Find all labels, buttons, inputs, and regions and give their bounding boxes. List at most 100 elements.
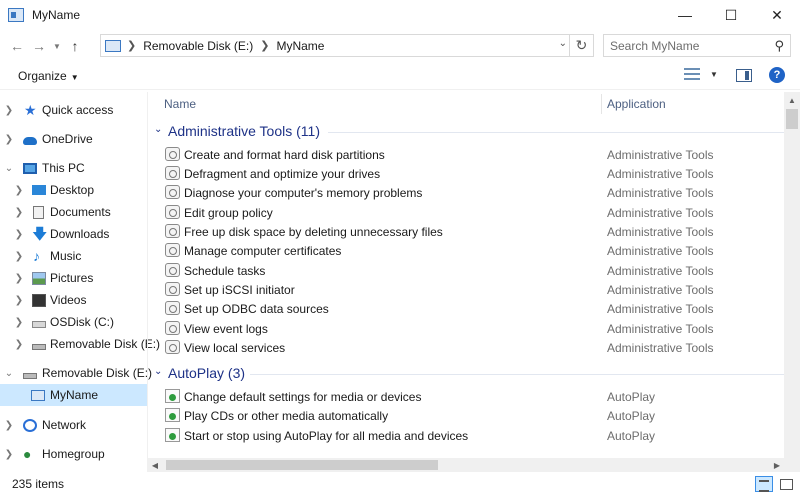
- expand-chevron-icon[interactable]: ❯: [14, 295, 24, 306]
- back-button[interactable]: ←: [6, 34, 28, 58]
- list-item[interactable]: Free up disk space by deleting unnecessa…: [148, 222, 784, 241]
- close-button[interactable]: ✕: [754, 0, 800, 30]
- nav-label: This PC: [42, 161, 85, 175]
- nav-item-videos[interactable]: ❯ Videos: [0, 289, 147, 311]
- scrollbar-corner: [784, 458, 800, 472]
- nav-label: Downloads: [50, 227, 110, 241]
- preview-pane-icon[interactable]: [736, 69, 752, 82]
- nav-item-homegroup[interactable]: ❯ ● Homegroup: [0, 443, 147, 465]
- expand-chevron-icon[interactable]: ❯: [14, 229, 24, 240]
- nav-item-removable-disk[interactable]: ⌄ Removable Disk (E:): [0, 362, 152, 384]
- expand-chevron-icon[interactable]: ❯: [14, 317, 24, 328]
- scroll-thumb[interactable]: [166, 460, 438, 470]
- list-item[interactable]: Defragment and optimize your drives Admin…: [148, 164, 784, 183]
- expand-chevron-icon[interactable]: ❯: [14, 185, 24, 196]
- change-view-button[interactable]: ▼: [684, 68, 718, 80]
- list-item[interactable]: View event logs Administrative Tools: [148, 319, 784, 338]
- details-view-toggle-icon[interactable]: [755, 476, 773, 492]
- group-collapse-icon[interactable]: ⌄: [154, 366, 162, 377]
- list-item[interactable]: Set up iSCSI initiator Administrative Too…: [148, 280, 784, 299]
- expand-chevron-icon[interactable]: ❯: [4, 449, 14, 460]
- list-item[interactable]: Create and format hard disk partitions Ad…: [148, 145, 784, 164]
- nav-item-removable-disk-thispc[interactable]: ❯ Removable Disk (E:): [0, 333, 160, 355]
- group-header-administrative-tools[interactable]: ⌄ Administrative Tools (11): [148, 121, 784, 143]
- nav-item-pictures[interactable]: ❯ Pictures: [0, 267, 147, 289]
- nav-label: Network: [42, 418, 87, 432]
- nav-item-this-pc[interactable]: ⌄ This PC: [0, 157, 147, 179]
- nav-item-network[interactable]: ❯ Network: [0, 414, 147, 436]
- column-header-application[interactable]: Application: [607, 97, 666, 111]
- column-header-name[interactable]: Name: [164, 97, 196, 111]
- forward-button[interactable]: →: [28, 34, 50, 58]
- item-application: AutoPlay: [607, 390, 656, 404]
- breadcrumb-separator-icon[interactable]: ❯: [260, 39, 269, 52]
- list-item[interactable]: Manage computer certificates Administrati…: [148, 241, 784, 260]
- chevron-down-icon: ▼: [53, 41, 61, 51]
- list-item[interactable]: Schedule tasks Administrative Tools: [148, 261, 784, 280]
- large-icons-view-toggle-icon[interactable]: [777, 476, 795, 492]
- group-header-autoplay[interactable]: ⌄ AutoPlay (3): [148, 363, 784, 385]
- expand-chevron-icon[interactable]: ❯: [14, 339, 24, 350]
- list-item[interactable]: View local services Administrative Tools: [148, 338, 784, 357]
- help-icon[interactable]: ?: [769, 67, 785, 83]
- column-resize-handle[interactable]: [601, 94, 602, 114]
- chevron-down-icon: ▼: [710, 69, 718, 79]
- list-item[interactable]: Diagnose your computer's memory problems…: [148, 183, 784, 202]
- nav-item-documents[interactable]: ❯ Documents: [0, 201, 147, 223]
- title-bar: MyName — ☐ ✕: [0, 0, 800, 30]
- search-input[interactable]: Search MyName ⚲: [603, 34, 791, 57]
- scroll-thumb[interactable]: [786, 109, 798, 129]
- expand-chevron-icon[interactable]: ❯: [14, 273, 24, 284]
- search-icon[interactable]: ⚲: [774, 38, 784, 54]
- breadcrumb-removable-disk[interactable]: Removable Disk (E:): [143, 39, 253, 53]
- recent-locations-button[interactable]: ▼: [50, 34, 64, 58]
- scroll-left-icon[interactable]: ◀: [148, 458, 162, 472]
- organize-button[interactable]: Organize ▼: [18, 69, 79, 83]
- expand-chevron-icon[interactable]: ❯: [4, 420, 14, 431]
- refresh-button[interactable]: ↻: [570, 34, 594, 57]
- admin-tools-icon: [165, 263, 180, 277]
- breadcrumb-separator-icon[interactable]: ❯: [127, 39, 136, 52]
- scroll-right-icon[interactable]: ▶: [770, 458, 784, 472]
- expand-chevron-icon[interactable]: ❯: [14, 207, 24, 218]
- address-bar[interactable]: ❯ Removable Disk (E:) ❯ MyName ⌄: [100, 34, 570, 57]
- collapse-chevron-icon[interactable]: ⌄: [4, 368, 14, 379]
- item-application: Administrative Tools: [607, 302, 714, 316]
- address-row: ← → ▼ ↑ ❯ Removable Disk (E:) ❯ MyName ⌄…: [0, 31, 800, 61]
- expand-chevron-icon[interactable]: ❯: [4, 134, 14, 145]
- expand-chevron-icon[interactable]: ❯: [4, 105, 14, 116]
- nav-label: Homegroup: [42, 447, 105, 461]
- nav-item-quick-access[interactable]: ❯ ★ Quick access: [0, 99, 147, 121]
- minimize-button[interactable]: —: [662, 0, 708, 30]
- horizontal-scrollbar[interactable]: ◀ ▶: [148, 458, 784, 472]
- admin-tools-icon: [165, 282, 180, 296]
- nav-item-osdisk[interactable]: ❯ OSDisk (C:): [0, 311, 147, 333]
- breadcrumb-myname[interactable]: MyName: [276, 39, 324, 53]
- item-name: Edit group policy: [184, 206, 273, 220]
- nav-item-onedrive[interactable]: ❯ OneDrive: [0, 128, 147, 150]
- removable-disk-icon: [23, 372, 37, 379]
- expand-chevron-icon[interactable]: ❯: [14, 251, 24, 262]
- list-item[interactable]: Edit group policy Administrative Tools: [148, 203, 784, 222]
- list-item[interactable]: Change default settings for media or dev…: [148, 387, 784, 406]
- group-collapse-icon[interactable]: ⌄: [154, 124, 162, 135]
- nav-item-myname[interactable]: MyName: [0, 384, 147, 406]
- list-item[interactable]: Start or stop using AutoPlay for all med…: [148, 426, 784, 445]
- group-divider: [250, 374, 784, 375]
- scroll-up-icon[interactable]: ▲: [784, 92, 800, 108]
- up-button[interactable]: ↑: [64, 34, 86, 58]
- address-dropdown-icon[interactable]: ⌄: [559, 38, 567, 49]
- list-item[interactable]: Set up ODBC data sources Administrative T…: [148, 299, 784, 318]
- collapse-chevron-icon[interactable]: ⌄: [4, 163, 14, 174]
- nav-item-downloads[interactable]: ❯ 🡇 Downloads: [0, 223, 147, 245]
- navigation-pane: ❯ ★ Quick access ❯ OneDrive ⌄ This PC ❯ …: [0, 92, 160, 472]
- item-application: Administrative Tools: [607, 264, 714, 278]
- list-item[interactable]: Play CDs or other media automatically Aut…: [148, 406, 784, 425]
- vertical-scrollbar[interactable]: ▲: [784, 92, 800, 458]
- group-title: Administrative Tools (11): [168, 123, 320, 139]
- nav-item-desktop[interactable]: ❯ Desktop: [0, 179, 147, 201]
- nav-item-music[interactable]: ❯ ♪ Music: [0, 245, 147, 267]
- maximize-button[interactable]: ☐: [708, 0, 754, 30]
- item-name: Set up iSCSI initiator: [184, 283, 295, 297]
- minimize-icon: —: [678, 7, 692, 23]
